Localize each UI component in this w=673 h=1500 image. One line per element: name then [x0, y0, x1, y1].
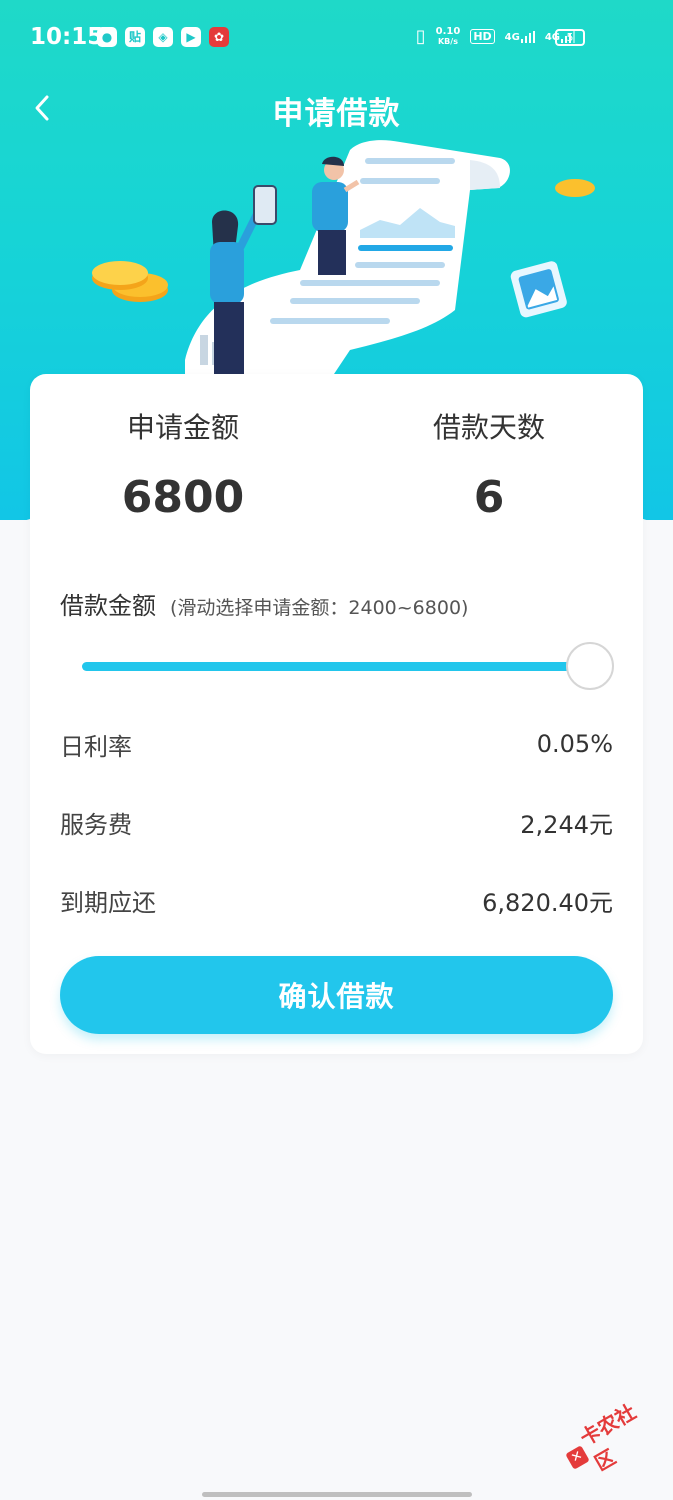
- service-fee-row: 服务费 2,244元: [60, 802, 613, 842]
- coin-icon: [555, 179, 595, 197]
- back-button[interactable]: [24, 90, 60, 126]
- tie-icon: 贴: [125, 27, 145, 47]
- page-title: 申请借款: [272, 96, 401, 132]
- status-time: 10:15: [30, 24, 104, 50]
- loan-amount-row: 借款金额 (滑动选择申请金额：2400~6800): [60, 586, 613, 621]
- battery-icon: 5: [555, 29, 585, 46]
- slider-track[interactable]: [82, 662, 582, 671]
- gift-icon: ✿: [209, 27, 229, 47]
- home-indicator[interactable]: [202, 1492, 472, 1497]
- days-value: 6: [473, 472, 505, 523]
- vibrate-icon: ▯: [415, 26, 426, 47]
- app-icon: ◈: [153, 27, 173, 47]
- loan-amount-label: 借款金额: [60, 592, 156, 620]
- slider-thumb[interactable]: [566, 642, 614, 690]
- status-system-icons: ▯ 0.10 KB/s HD 4G 4G: [416, 26, 575, 47]
- loan-illustration: [92, 140, 595, 380]
- amount-label: 申请金额: [126, 411, 239, 444]
- due-amount-value: 6,820.40元: [482, 888, 613, 917]
- chat-icon: ●: [97, 27, 117, 47]
- amount-value: 6800: [121, 472, 245, 523]
- coins-icon: [92, 261, 168, 302]
- days-summary: 借款天数 6: [336, 406, 642, 523]
- due-amount-row: 到期应还 6,820.40元: [60, 880, 613, 920]
- net-speed: 0.10 KB/s: [435, 25, 461, 46]
- status-bar: 10:15 ● 贴 ◈ ▶ ✿ ▯ 0.10 KB/s HD 4G 4G 5: [0, 0, 673, 76]
- confirm-loan-button[interactable]: 确认借款: [60, 956, 613, 1034]
- signal-icon-1: 4G: [505, 30, 535, 43]
- amount-summary: 申请金额 6800: [30, 406, 336, 523]
- daily-rate-label: 日利率: [60, 732, 132, 761]
- hd-icon: HD: [470, 29, 495, 44]
- daily-rate-row: 日利率 0.05%: [60, 724, 613, 764]
- photo-icon: [510, 261, 567, 318]
- video-icon: ▶: [181, 27, 201, 47]
- loan-amount-hint: (滑动选择申请金额：2400~6800): [170, 597, 469, 619]
- watermark-text: 卡农社区: [575, 1399, 640, 1476]
- chevron-left-icon: [35, 95, 49, 121]
- days-label: 借款天数: [432, 411, 545, 444]
- daily-rate-value: 0.05%: [536, 730, 613, 758]
- loan-summary: 申请金额 6800 借款天数 6: [30, 374, 643, 564]
- status-notification-icons: ● 贴 ◈ ▶ ✿: [97, 27, 229, 47]
- loan-card: 申请金额 6800 借款天数 6 借款金额 (滑动选择申请金额：2400~6800…: [30, 374, 643, 1054]
- watermark-logo: ✕ 卡农社区: [557, 1390, 669, 1483]
- service-fee-label: 服务费: [60, 810, 132, 839]
- due-amount-label: 到期应还: [60, 888, 156, 917]
- service-fee-value: 2,244元: [520, 810, 613, 839]
- watermark-icon: ✕: [565, 1445, 590, 1470]
- amount-slider[interactable]: [82, 642, 614, 692]
